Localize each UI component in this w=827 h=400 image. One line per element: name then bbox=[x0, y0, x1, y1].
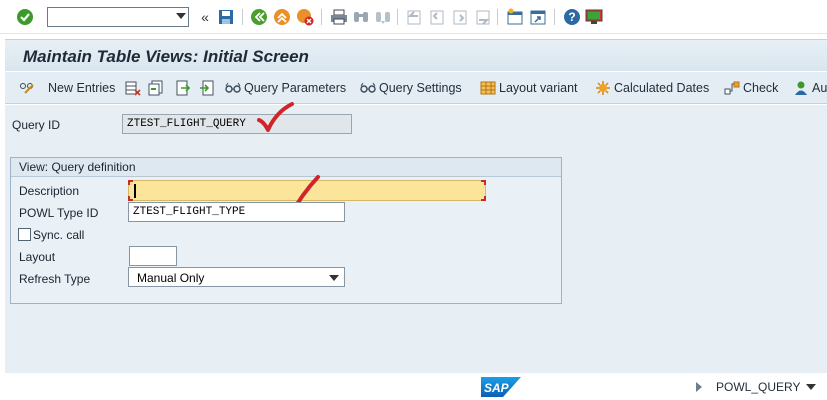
truncated-user-button[interactable]: Au bbox=[793, 79, 827, 97]
next-page-icon[interactable] bbox=[451, 8, 469, 26]
sun-gear-icon bbox=[595, 80, 611, 96]
sync-call-label: Sync. call bbox=[33, 228, 85, 242]
first-page-icon[interactable] bbox=[405, 8, 423, 26]
layout-variant-button[interactable]: Layout variant bbox=[480, 79, 578, 97]
find-icon[interactable] bbox=[352, 8, 370, 26]
application-toolbar: New Entries Query Parameters Query Setti… bbox=[5, 72, 827, 104]
powl-type-id-label: POWL Type ID bbox=[19, 206, 99, 220]
enter-icon[interactable] bbox=[16, 8, 34, 26]
command-field[interactable] bbox=[47, 7, 189, 27]
user-icon bbox=[793, 80, 809, 96]
glasses-icon bbox=[225, 80, 241, 96]
sap-logo: SAP bbox=[481, 377, 521, 397]
print-icon[interactable] bbox=[330, 8, 348, 26]
delete-button[interactable] bbox=[125, 79, 144, 97]
shortcut-icon[interactable] bbox=[529, 8, 547, 26]
red-checkmark-icon bbox=[256, 102, 296, 137]
check-label: Check bbox=[743, 81, 779, 95]
layout-label: Layout bbox=[19, 250, 56, 264]
create-session-icon[interactable] bbox=[506, 8, 524, 26]
query-settings-button[interactable]: Query Settings bbox=[360, 79, 462, 97]
query-settings-label: Query Settings bbox=[379, 81, 462, 95]
refresh-type-select[interactable]: Manual Only bbox=[128, 267, 345, 287]
layout-field[interactable] bbox=[129, 246, 177, 266]
query-parameters-label: Query Parameters bbox=[244, 81, 347, 95]
expand-arrow-icon[interactable] bbox=[696, 382, 702, 392]
check-button[interactable]: Check bbox=[724, 79, 778, 97]
title-bar: Maintain Table Views: Initial Screen bbox=[5, 39, 827, 71]
text-cursor bbox=[134, 184, 136, 198]
query-id-field[interactable]: ZTEST_FLIGHT_QUERY bbox=[122, 114, 352, 134]
new-entries-label: New Entries bbox=[48, 81, 116, 95]
status-program[interactable]: POWL_QUERY bbox=[696, 380, 817, 394]
transport-button[interactable] bbox=[175, 79, 194, 97]
new-entries-button[interactable]: New Entries bbox=[48, 79, 115, 97]
sync-call-checkbox[interactable] bbox=[18, 228, 31, 241]
dropdown-arrow-icon[interactable] bbox=[806, 384, 817, 390]
customize-layout-icon[interactable] bbox=[585, 8, 603, 26]
exit-icon[interactable] bbox=[273, 8, 291, 26]
copy-button[interactable] bbox=[148, 79, 167, 97]
page-arrow-icon bbox=[175, 80, 191, 96]
focus-corner bbox=[128, 196, 133, 201]
description-label: Description bbox=[19, 184, 80, 198]
last-page-icon[interactable] bbox=[474, 8, 492, 26]
powl-type-id-field[interactable]: ZTEST_FLIGHT_TYPE bbox=[128, 202, 345, 222]
layout-variant-label: Layout variant bbox=[499, 81, 578, 95]
chevron-down-icon[interactable] bbox=[329, 275, 339, 281]
save-icon[interactable] bbox=[217, 8, 235, 26]
page-title: Maintain Table Views: Initial Screen bbox=[23, 47, 309, 66]
query-parameters-button[interactable]: Query Parameters bbox=[225, 79, 346, 97]
page-import-icon bbox=[199, 80, 215, 96]
focus-corner bbox=[128, 180, 133, 185]
focus-corner bbox=[481, 180, 486, 185]
previous-page-icon[interactable] bbox=[428, 8, 446, 26]
back-icon[interactable] bbox=[250, 8, 268, 26]
check-nodes-icon bbox=[724, 80, 740, 96]
command-input[interactable] bbox=[48, 8, 168, 26]
program-name: POWL_QUERY bbox=[716, 380, 801, 394]
glasses-pencil-icon bbox=[19, 80, 35, 96]
svg-text:?: ? bbox=[568, 10, 575, 24]
glasses-icon bbox=[360, 80, 376, 96]
system-toolbar: « ? bbox=[0, 0, 827, 34]
group-title: View: Query definition bbox=[19, 160, 136, 174]
find-next-icon[interactable] bbox=[374, 8, 392, 26]
command-dropdown-icon[interactable] bbox=[176, 13, 186, 19]
help-icon[interactable]: ? bbox=[563, 8, 581, 26]
cancel-icon[interactable] bbox=[296, 8, 314, 26]
focus-corner bbox=[481, 196, 486, 201]
copy-icon bbox=[148, 80, 164, 96]
collapse-icon[interactable]: « bbox=[196, 8, 214, 26]
calculated-dates-button[interactable]: Calculated Dates bbox=[595, 79, 709, 97]
query-id-label: Query ID bbox=[12, 118, 61, 132]
truncated-user-label: Au bbox=[812, 81, 827, 95]
sap-logo-text: SAP bbox=[484, 381, 510, 395]
import-button[interactable] bbox=[199, 79, 218, 97]
grid-icon bbox=[480, 80, 496, 96]
refresh-type-value: Manual Only bbox=[137, 271, 205, 285]
refresh-type-label: Refresh Type bbox=[19, 272, 91, 286]
calculated-dates-label: Calculated Dates bbox=[614, 81, 710, 95]
table-delete-icon bbox=[125, 80, 141, 96]
display-change-button[interactable] bbox=[19, 79, 38, 97]
